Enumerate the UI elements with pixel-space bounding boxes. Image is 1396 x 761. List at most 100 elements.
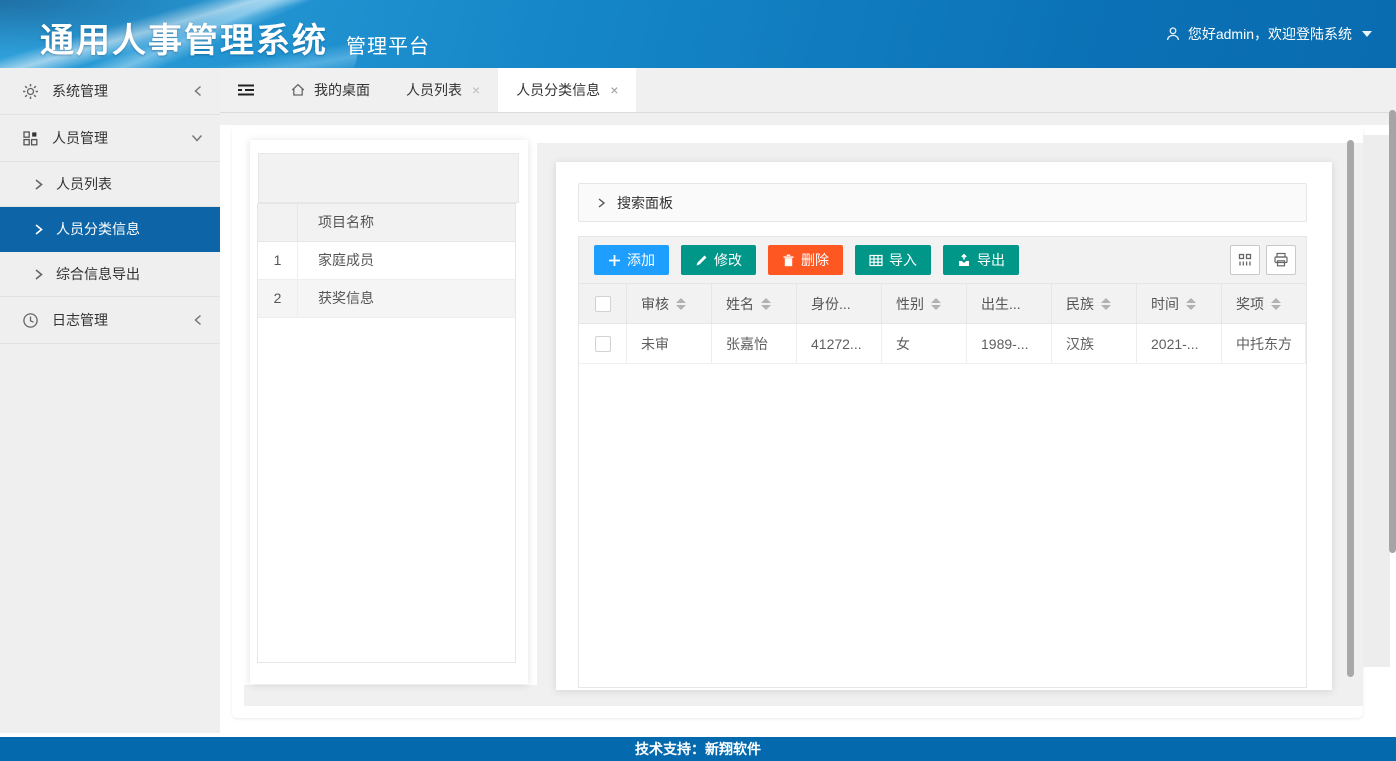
cell-ethnicity: 汉族 — [1052, 324, 1137, 363]
category-tree-card: 项目名称 1 家庭成员 2 获奖信息 — [250, 140, 528, 684]
sidebar-item-comprehensive-info-export[interactable]: 综合信息导出 — [0, 252, 220, 297]
tree-header-index-cell — [258, 204, 298, 241]
tree-row[interactable]: 2 获奖信息 — [258, 280, 515, 318]
home-icon — [290, 82, 306, 98]
brand: 通用人事管理系统 管理平台 — [40, 0, 430, 68]
cell-name: 张嘉怡 — [712, 324, 797, 363]
tab-label: 我的桌面 — [314, 80, 370, 100]
columns-icon — [1237, 252, 1253, 268]
row-checkbox[interactable] — [595, 336, 611, 352]
tab-label: 人员分类信息 — [516, 80, 600, 100]
tree-row[interactable]: 1 家庭成员 — [258, 242, 515, 280]
sidebar-item-personnel-category-info[interactable]: 人员分类信息 — [0, 207, 220, 252]
page-scrollbar-thumb[interactable] — [1389, 110, 1396, 553]
sidebar-subitem-label: 人员分类信息 — [56, 219, 140, 239]
sidebar-collapse-toggle[interactable] — [220, 68, 272, 112]
sidebar-item-log-management[interactable]: 日志管理 — [0, 297, 220, 344]
tree-row-index: 1 — [258, 242, 298, 279]
scrollbar-track — [1363, 135, 1390, 667]
print-button[interactable] — [1266, 245, 1296, 275]
close-icon[interactable]: × — [610, 83, 618, 97]
column-label: 身份... — [811, 294, 851, 314]
cell-id: 41272... — [797, 324, 882, 363]
delete-button-label: 删除 — [801, 250, 829, 270]
sidebar-item-label: 系统管理 — [52, 81, 179, 101]
column-label: 审核 — [641, 294, 669, 314]
user-menu[interactable]: 您好admin，欢迎登陆系统 — [1165, 0, 1372, 68]
chevron-down-icon — [1362, 31, 1372, 37]
footer-text: 技术支持：新翔软件 — [635, 739, 761, 759]
import-button[interactable]: 导入 — [855, 245, 931, 275]
tree-row-index: 2 — [258, 280, 298, 317]
chevron-left-icon — [192, 313, 204, 327]
top-header: 通用人事管理系统 管理平台 您好admin，欢迎登陆系统 — [0, 0, 1396, 68]
tree-toolbar-placeholder — [258, 153, 519, 203]
column-header-award[interactable]: 奖项 — [1222, 284, 1306, 323]
arrow-right-icon — [33, 268, 44, 281]
export-button[interactable]: 导出 — [943, 245, 1019, 275]
search-panel-toggle[interactable]: 搜索面板 — [578, 183, 1307, 222]
column-header-audit[interactable]: 审核 — [627, 284, 712, 323]
column-label: 姓名 — [726, 294, 754, 314]
select-all-checkbox[interactable] — [595, 296, 611, 312]
column-header-gender[interactable]: 性别 — [882, 284, 967, 323]
chevron-down-icon — [190, 132, 204, 144]
tab-my-desktop[interactable]: 我的桌面 — [272, 68, 388, 112]
arrow-right-icon — [33, 223, 44, 236]
sort-icon — [761, 298, 771, 310]
close-icon[interactable]: × — [472, 83, 480, 97]
delete-button[interactable]: 删除 — [768, 245, 843, 275]
table-row[interactable]: 未审 张嘉怡 41272... 女 1989-... 汉族 2021-... 中… — [579, 324, 1306, 364]
edit-button[interactable]: 修改 — [681, 245, 756, 275]
sidebar: 系统管理 人员管理 人员列表 人员分类信息 — [0, 68, 220, 733]
sidebar-item-personnel-management[interactable]: 人员管理 — [0, 115, 220, 162]
column-label: 民族 — [1066, 294, 1094, 314]
edit-button-label: 修改 — [714, 250, 742, 270]
tab-bar: 我的桌面 人员列表 × 人员分类信息 × — [220, 68, 1396, 113]
gear-icon — [22, 83, 39, 100]
column-header-name[interactable]: 姓名 — [712, 284, 797, 323]
arrow-right-icon — [33, 178, 44, 191]
column-header-id[interactable]: 身份... — [797, 284, 882, 323]
table-toolbar: 添加 修改 删除 — [579, 237, 1306, 284]
clock-icon — [22, 312, 39, 329]
import-button-label: 导入 — [889, 250, 917, 270]
export-icon — [957, 254, 971, 267]
tab-label: 人员列表 — [406, 80, 462, 100]
printer-icon — [1273, 252, 1289, 268]
column-header-ethnicity[interactable]: 民族 — [1052, 284, 1137, 323]
sidebar-item-system-management[interactable]: 系统管理 — [0, 68, 220, 115]
cell-award: 中托东方 — [1222, 324, 1306, 363]
sort-icon — [1101, 298, 1111, 310]
export-button-label: 导出 — [977, 250, 1005, 270]
sidebar-item-label: 日志管理 — [52, 310, 179, 330]
tab-personnel-category-info[interactable]: 人员分类信息 × — [498, 68, 636, 112]
sort-icon — [931, 298, 941, 310]
chevron-right-icon — [595, 196, 607, 210]
user-greeting: 您好admin，欢迎登陆系统 — [1188, 24, 1352, 44]
tree-row-name: 获奖信息 — [298, 280, 515, 317]
cell-time: 2021-... — [1137, 324, 1222, 363]
footer-bar: 技术支持：新翔软件 — [0, 737, 1396, 761]
add-button-label: 添加 — [627, 250, 655, 270]
select-all-cell — [579, 284, 627, 323]
table-header-row: 审核 姓名 身份... 性别 出生... 民族 时间 奖项 — [579, 284, 1306, 324]
sidebar-item-personnel-list[interactable]: 人员列表 — [0, 162, 220, 207]
columns-filter-button[interactable] — [1230, 245, 1260, 275]
sidebar-item-label: 人员管理 — [52, 128, 177, 148]
pencil-icon — [695, 254, 708, 267]
add-button[interactable]: 添加 — [594, 245, 669, 275]
inner-scrollbar-thumb[interactable] — [1347, 140, 1354, 677]
sidebar-subitem-label: 人员列表 — [56, 174, 112, 194]
cell-birth: 1989-... — [967, 324, 1052, 363]
cell-audit: 未审 — [627, 324, 712, 363]
tree-header-name-cell: 项目名称 — [298, 204, 515, 241]
column-header-time[interactable]: 时间 — [1137, 284, 1222, 323]
app-title: 通用人事管理系统 — [40, 24, 328, 58]
row-select-cell — [579, 324, 627, 363]
tab-personnel-list[interactable]: 人员列表 × — [388, 68, 498, 112]
data-card: 搜索面板 添加 修改 — [556, 162, 1332, 690]
content-container: 项目名称 1 家庭成员 2 获奖信息 搜索面板 — [232, 125, 1363, 718]
column-header-birth[interactable]: 出生... — [967, 284, 1052, 323]
sidebar-subitem-label: 综合信息导出 — [56, 264, 140, 284]
